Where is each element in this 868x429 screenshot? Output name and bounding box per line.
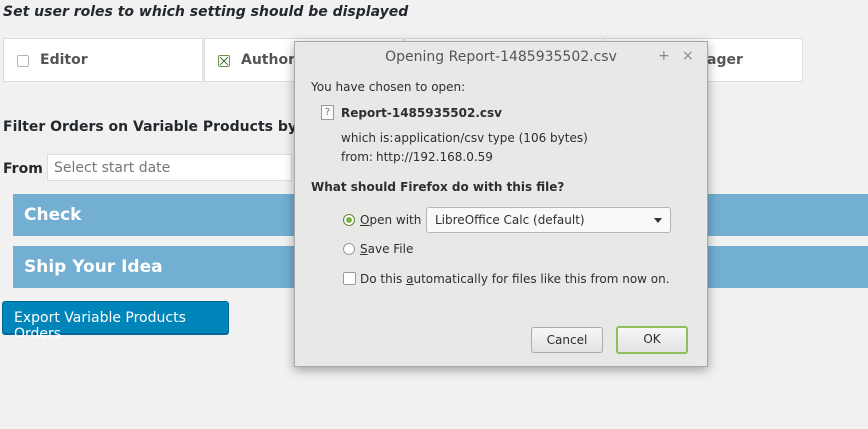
open-with-radio[interactable]: [343, 214, 355, 226]
dialog-question: What should Firefox do with this file?: [311, 180, 565, 194]
ok-button[interactable]: OK: [616, 326, 688, 354]
auto-action-checkbox[interactable]: [343, 272, 356, 285]
open-with-label-rest: pen with: [369, 213, 422, 227]
role-editor-label: Editor: [40, 52, 88, 68]
close-icon[interactable]: ×: [682, 48, 694, 64]
open-file-dialog: Opening Report-1485935502.csv + × You ha…: [294, 41, 708, 367]
cancel-button[interactable]: Cancel: [531, 327, 603, 353]
save-file-label[interactable]: Save File: [360, 242, 413, 256]
role-editor[interactable]: Editor: [3, 38, 203, 82]
open-with-label[interactable]: Open with: [360, 213, 421, 227]
role-author-checkbox[interactable]: [218, 55, 230, 67]
chevron-down-icon: [654, 218, 662, 223]
application-select[interactable]: LibreOffice Calc (default): [426, 207, 671, 233]
which-is-label: which is:: [341, 131, 394, 145]
export-orders-button[interactable]: Export Variable Products Orders: [2, 301, 229, 342]
dialog-title: Opening Report-1485935502.csv: [385, 49, 617, 65]
role-author-label: Author: [241, 52, 295, 68]
auto-action-label[interactable]: Do this automatically for files like thi…: [360, 272, 670, 286]
from-value: http://192.168.0.59: [376, 150, 493, 164]
application-select-value: LibreOffice Calc (default): [435, 213, 585, 227]
save-file-radio[interactable]: [343, 243, 355, 255]
maximize-icon[interactable]: +: [658, 48, 670, 64]
unknown-file-icon: ?: [321, 105, 334, 120]
dialog-intro: You have chosen to open:: [311, 80, 466, 94]
save-file-label-rest: ave File: [367, 242, 414, 256]
from-label-dialog: from:: [341, 150, 373, 164]
from-label: From :: [3, 161, 54, 177]
role-manager-label: ager: [707, 52, 743, 68]
which-is-value: application/csv type (106 bytes): [394, 131, 588, 145]
role-editor-checkbox[interactable]: [17, 55, 29, 67]
dialog-titlebar[interactable]: Opening Report-1485935502.csv + ×: [295, 42, 707, 72]
section-title: Set user roles to which setting should b…: [3, 4, 409, 20]
file-name: Report-1485935502.csv: [341, 106, 502, 120]
start-date-input[interactable]: [47, 154, 292, 181]
